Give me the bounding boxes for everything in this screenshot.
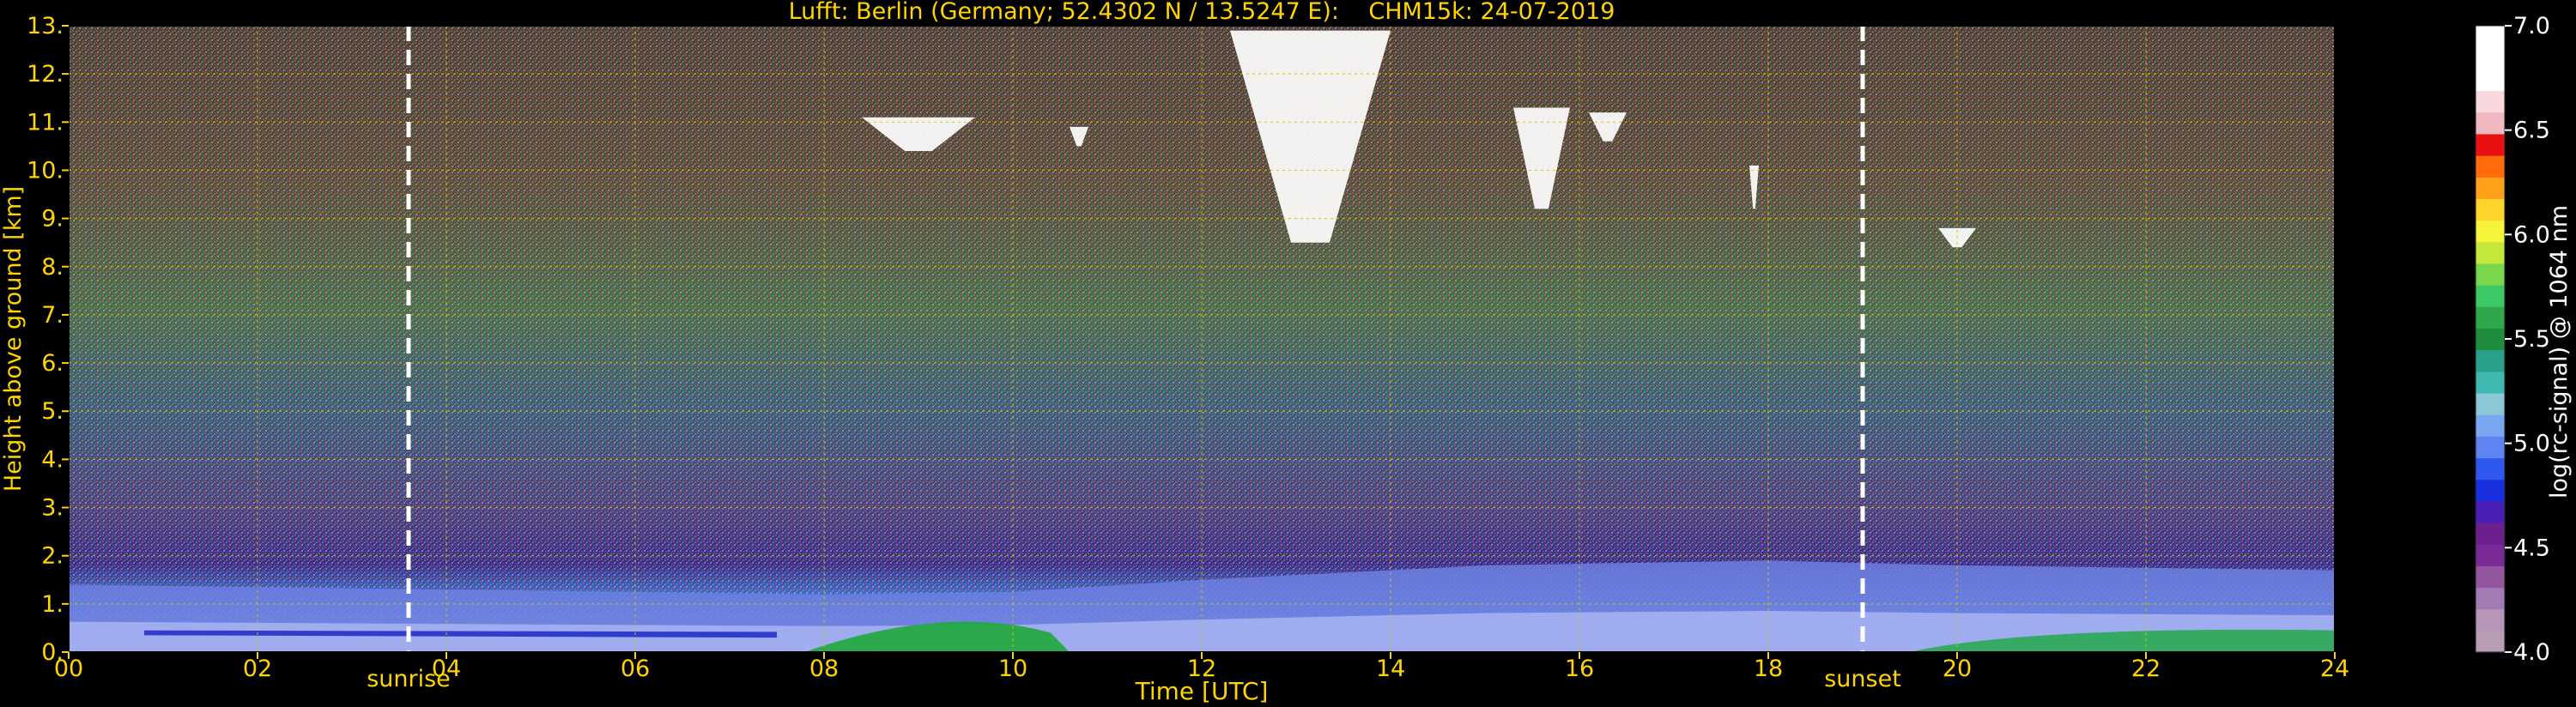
colorbar-tick-label: 4.5 xyxy=(2513,535,2550,561)
x-tick-label: 04 xyxy=(432,656,461,682)
colorbar-segment xyxy=(2476,630,2505,653)
plot-area: sunrise sunset xyxy=(68,25,2336,692)
x-tick-label: 02 xyxy=(243,656,272,682)
y-tick-label: 4. xyxy=(41,446,64,473)
y-tick-label: 8. xyxy=(41,254,64,281)
y-tick-label: 2. xyxy=(41,543,64,570)
sunset-label: sunset xyxy=(1824,666,1901,692)
y-tick-label: 3. xyxy=(41,495,64,522)
colorbar-segment xyxy=(2476,414,2505,437)
colorbar-segment xyxy=(2476,241,2505,264)
colorbar-segment xyxy=(2476,587,2505,610)
colorbar-segment xyxy=(2476,198,2505,221)
colorbar-segment xyxy=(2476,328,2505,351)
y-tick-label: 10. xyxy=(27,157,64,184)
x-tick-label: 24 xyxy=(2320,656,2349,682)
x-tick-label: 14 xyxy=(1376,656,1405,682)
colorbar-segment xyxy=(2476,544,2505,566)
colorbar-tick-label: 5.0 xyxy=(2513,431,2550,457)
x-tick-label: 22 xyxy=(2131,656,2161,682)
colorbar-segment xyxy=(2476,371,2505,394)
colorbar-segment xyxy=(2476,90,2505,113)
colorbar-segment xyxy=(2476,26,2505,48)
colorbar-tick-label: 4.0 xyxy=(2513,639,2550,666)
y-tick-label: 1. xyxy=(41,591,64,618)
colorbar-segment xyxy=(2476,133,2505,156)
colorbar-segment xyxy=(2476,306,2505,329)
y-tick-label: 9. xyxy=(41,206,64,233)
colorbar-tick-label: 5.5 xyxy=(2513,326,2550,353)
colorbar-segment xyxy=(2476,263,2505,286)
colorbar-segment xyxy=(2476,436,2505,459)
colorbar-segment xyxy=(2476,177,2505,199)
colorbar-segment xyxy=(2476,522,2505,545)
colorbar-segment xyxy=(2476,500,2505,523)
colorbar-segment xyxy=(2476,220,2505,243)
y-tick-label: 12. xyxy=(27,61,64,88)
y-tick-label: 6. xyxy=(41,350,64,377)
x-tick-label: 20 xyxy=(1943,656,1972,682)
colorbar-segment xyxy=(2476,112,2505,135)
colorbar: 4.0 4.5 5.0 5.5 6.0 6.5 7.0 xyxy=(2475,13,2550,666)
colorbar-segment xyxy=(2476,155,2505,178)
x-tick-label: 18 xyxy=(1754,656,1783,682)
y-tick-label: 11. xyxy=(27,109,64,136)
chart-title: Lufft: Berlin (Germany; 52.4302 N / 13.5… xyxy=(789,0,1615,25)
y-tick-label: 5. xyxy=(41,398,64,425)
x-tick-label: 06 xyxy=(621,656,650,682)
x-tick-label: 10 xyxy=(998,656,1027,682)
colorbar-segment xyxy=(2476,47,2505,69)
y-tick-label: 0. xyxy=(41,639,64,666)
x-tick-label: 16 xyxy=(1565,656,1594,682)
colorbar-segment xyxy=(2476,565,2505,589)
colorbar-segment xyxy=(2476,479,2505,502)
colorbar-segment xyxy=(2476,285,2505,307)
colorbar-segment xyxy=(2476,69,2505,92)
colorbar-tick-label: 6.0 xyxy=(2513,221,2550,248)
colorbar-segment xyxy=(2476,349,2505,372)
colorbar-segment xyxy=(2476,457,2505,480)
y-tick-label: 13. xyxy=(27,13,64,39)
colorbar-label: log(rc-signal) @ 1064 nm xyxy=(2546,205,2573,499)
y-tick-label: 7. xyxy=(41,302,64,329)
colorbar-segment xyxy=(2476,392,2505,415)
colorbar-tick-label: 6.5 xyxy=(2513,118,2550,144)
ceilometer-chart: sunrise sunset 00 02 04 06 08 10 12 14 16 18 20 22 24… xyxy=(0,0,2573,705)
colorbar-segment xyxy=(2476,608,2505,631)
colorbar-tick-label: 7.0 xyxy=(2513,13,2550,39)
x-axis-label: Time [UTC] xyxy=(1135,677,1269,705)
x-tick-label: 08 xyxy=(809,656,839,682)
y-axis-label: Height above ground [km] xyxy=(0,186,27,492)
